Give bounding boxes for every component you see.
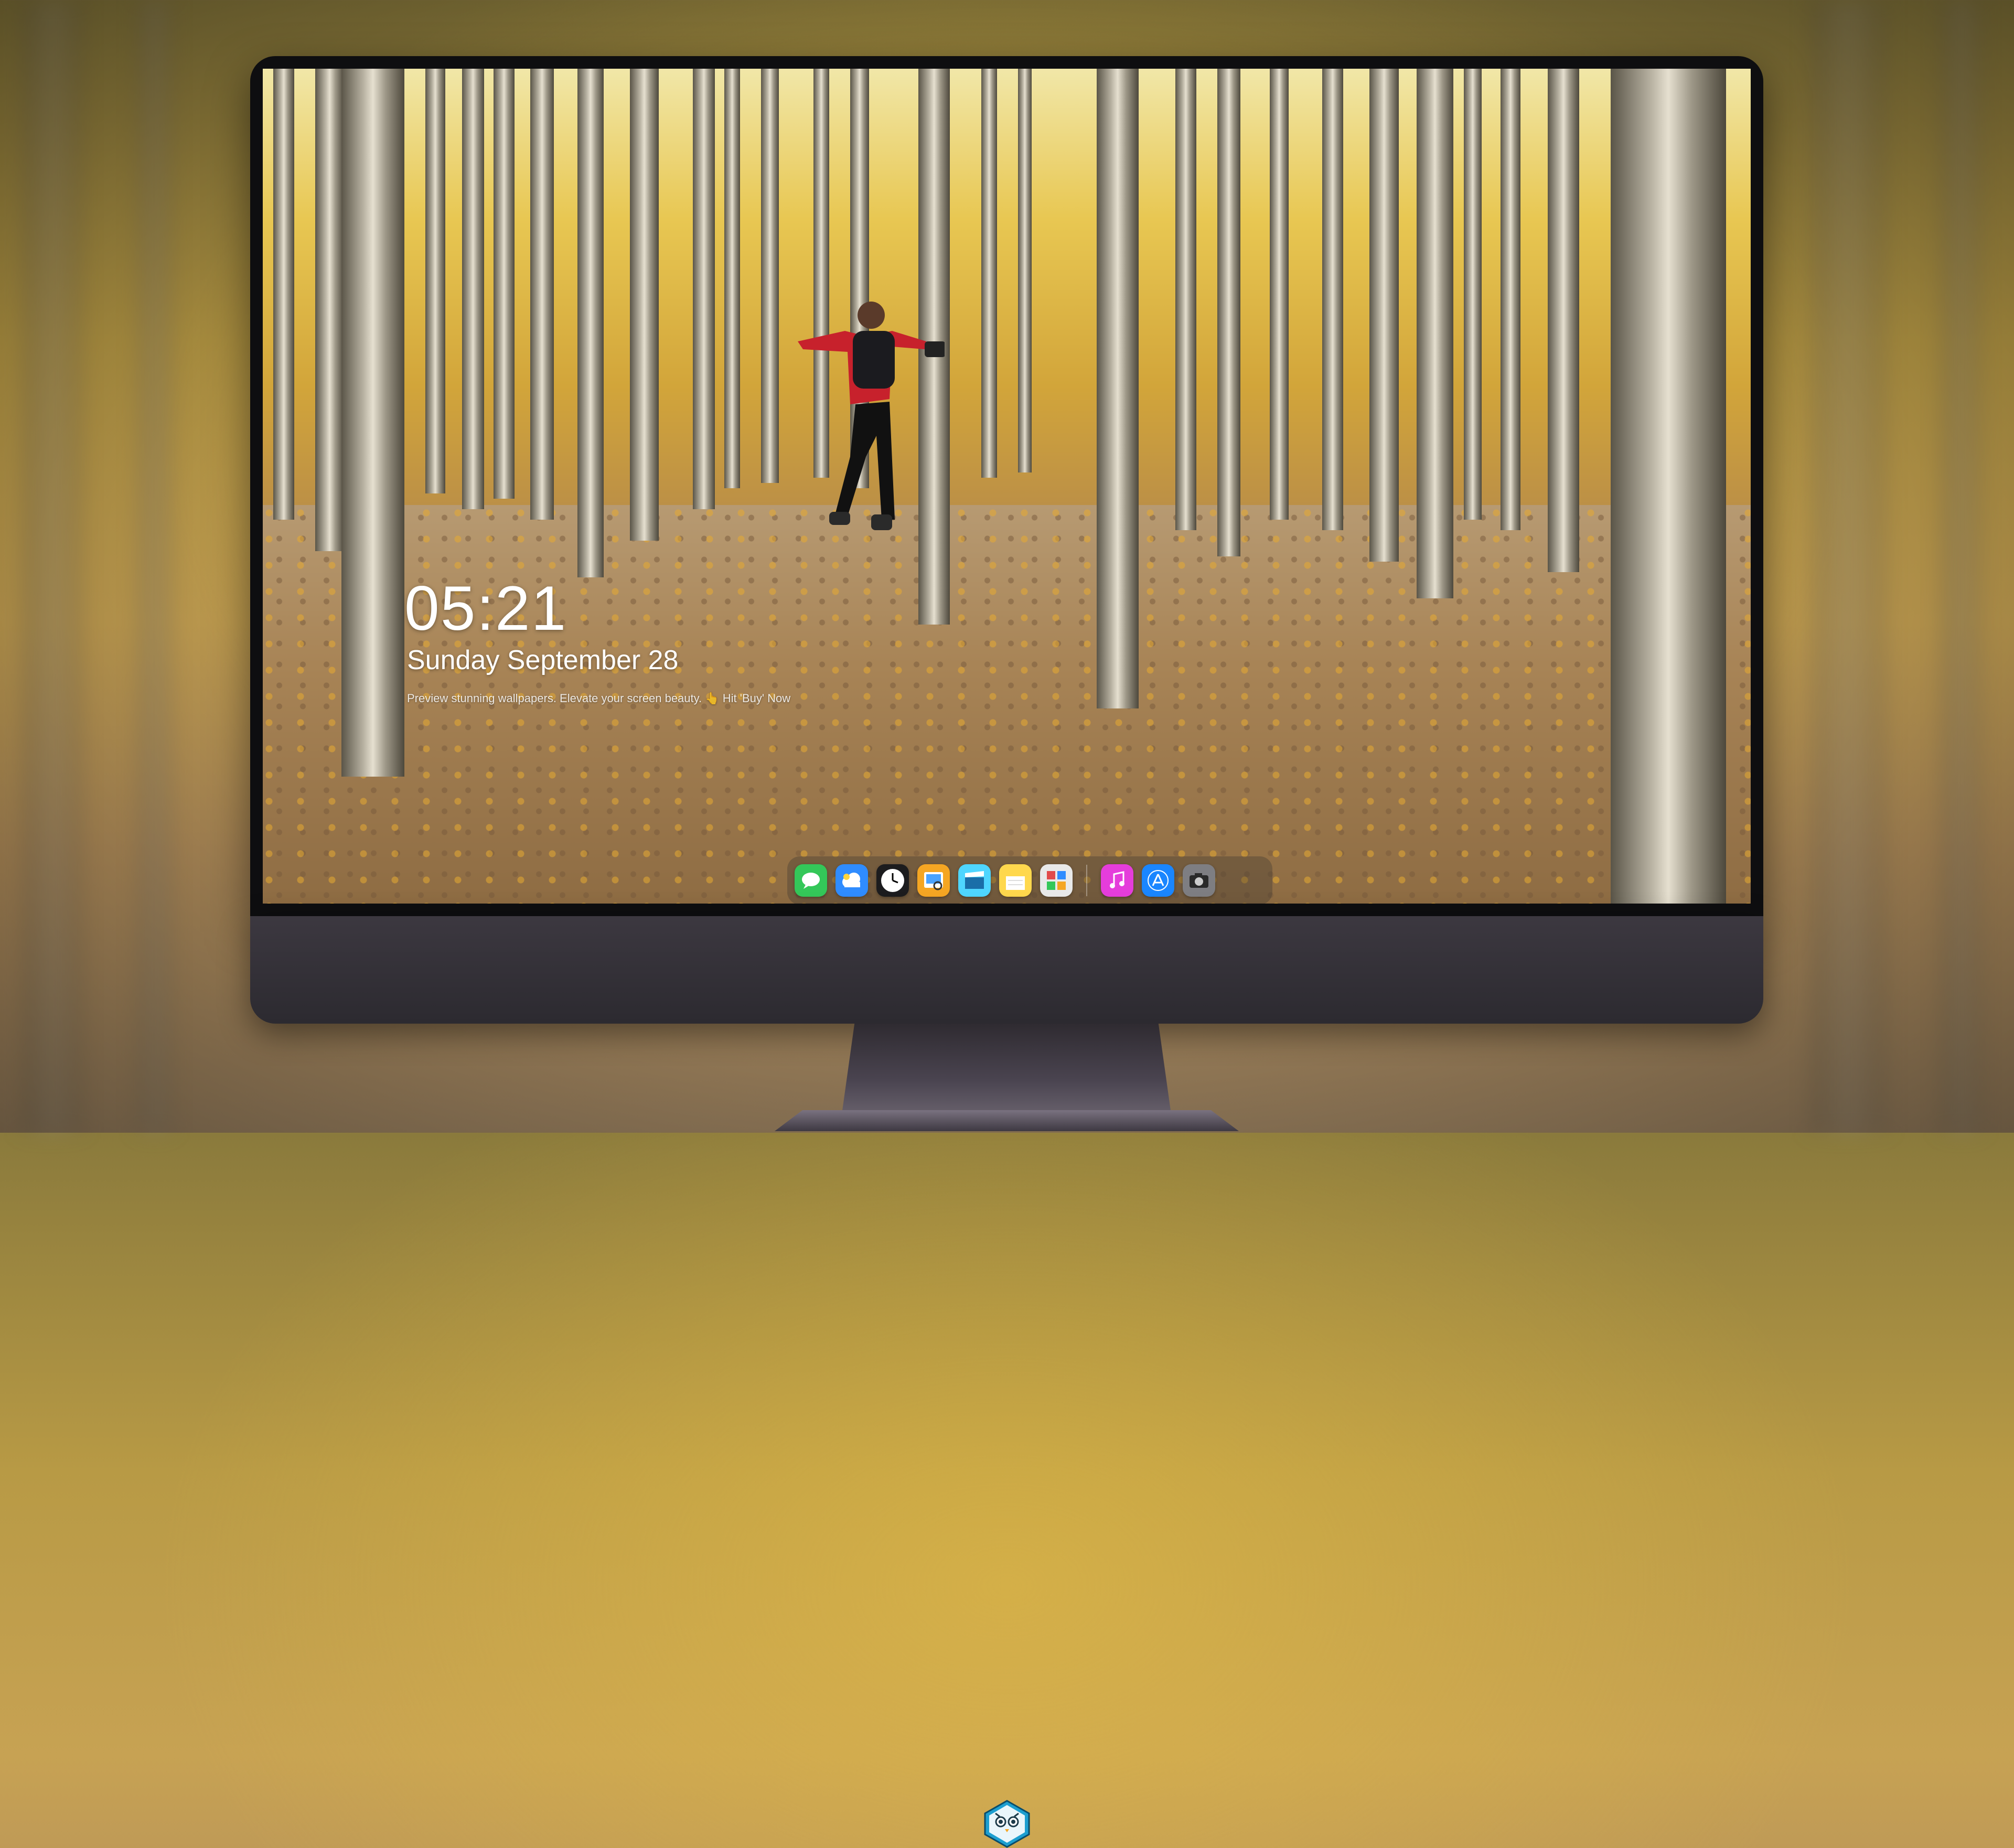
notes-icon[interactable] bbox=[999, 864, 1032, 897]
preview-icon[interactable] bbox=[917, 864, 950, 897]
lock-clock: 05:21 bbox=[404, 573, 567, 643]
cloud-icon[interactable] bbox=[835, 864, 868, 897]
lock-date: Sunday September 28 bbox=[407, 645, 679, 675]
promo-tagline: Preview stunning wallpapers. Elevate you… bbox=[407, 692, 791, 705]
dock-separator bbox=[1086, 865, 1087, 896]
photos-grid-icon[interactable] bbox=[1040, 864, 1073, 897]
app-store-icon[interactable] bbox=[1142, 864, 1174, 897]
clock-icon[interactable] bbox=[876, 864, 909, 897]
dock bbox=[787, 856, 1272, 904]
owl-mascot-logo-icon bbox=[984, 1800, 1030, 1848]
lock-screen[interactable]: 05:21 Sunday September 28 Preview stunni… bbox=[263, 69, 1751, 904]
person-jumping bbox=[798, 302, 945, 530]
message-bubble-icon[interactable] bbox=[795, 864, 827, 897]
monitor-bezel: 05:21 Sunday September 28 Preview stunni… bbox=[250, 56, 1763, 916]
music-note-icon[interactable] bbox=[1101, 864, 1133, 897]
clapperboard-icon[interactable] bbox=[958, 864, 991, 897]
monitor-chin bbox=[250, 916, 1763, 1848]
imac-monitor: 05:21 Sunday September 28 Preview stunni… bbox=[250, 56, 1763, 1848]
camera-icon[interactable] bbox=[1183, 864, 1215, 897]
monitor-stand-base bbox=[775, 1110, 1239, 1131]
monitor-stand bbox=[841, 1024, 1172, 1118]
